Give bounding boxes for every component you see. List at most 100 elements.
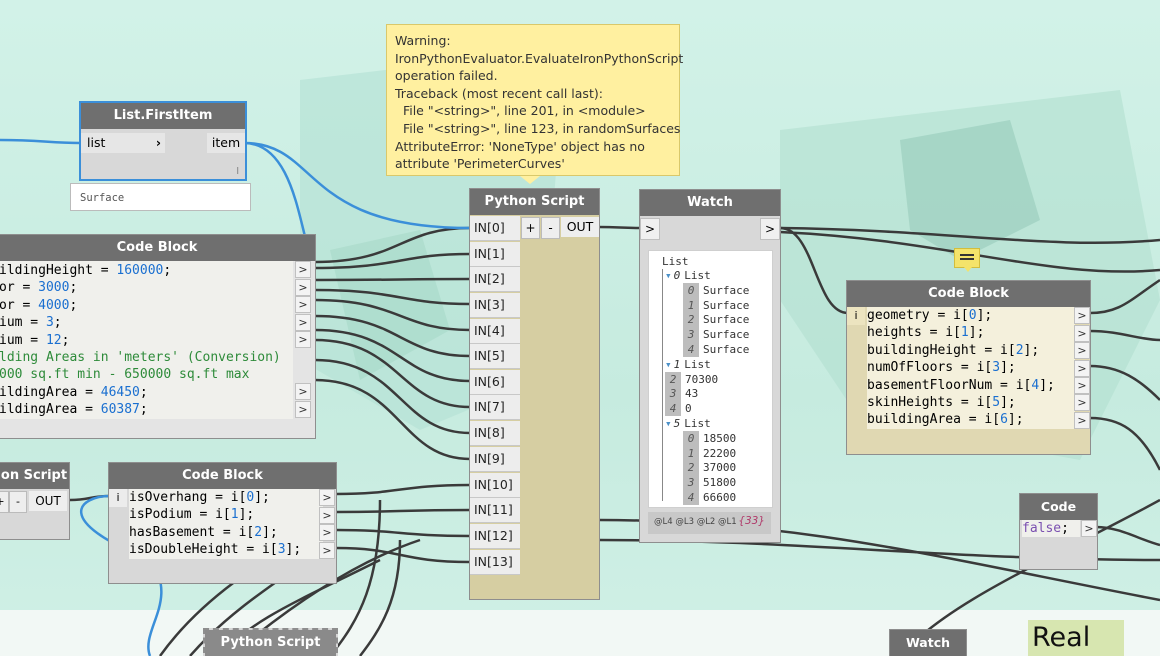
code-text: ];	[285, 542, 302, 558]
output-port-arrow[interactable]: >	[1074, 377, 1090, 394]
list-value: Surface	[703, 343, 750, 356]
list-index: 1	[683, 297, 699, 313]
input-port[interactable]: IN[2]	[470, 267, 520, 292]
code-line: geometry = i[0];	[867, 307, 1075, 324]
python-script-left-node[interactable]: on Script + - OUT	[0, 462, 70, 540]
input-port[interactable]: IN[10]	[470, 473, 520, 498]
graph-canvas[interactable]: Warning: IronPythonEvaluator.EvaluateIro…	[0, 0, 1160, 656]
input-port[interactable]: IN[0]	[470, 216, 520, 241]
tooltip-line: Warning:	[395, 33, 451, 48]
output-port-arrow[interactable]: >	[760, 218, 780, 240]
node-title: Code Block	[0, 235, 315, 261]
code-text: ;	[139, 402, 148, 418]
list-value: Surface	[703, 313, 750, 327]
code-text: ];	[1039, 377, 1055, 393]
code-line: isPodium = i[1];	[129, 506, 323, 523]
output-port-arrow[interactable]: >	[319, 507, 335, 524]
input-port[interactable]: IN[1]	[470, 242, 520, 267]
list-index: 4	[683, 342, 699, 357]
python-script-node[interactable]: Python Script IN[0] IN[1] IN[2] IN[3] IN…	[469, 188, 600, 600]
output-port-item[interactable]: item	[207, 133, 245, 153]
input-port[interactable]: IN[9]	[470, 447, 520, 472]
output-port-arrow[interactable]: >	[319, 489, 335, 506]
output-port-arrow[interactable]: >	[295, 279, 311, 296]
code-text: ];	[1023, 342, 1040, 358]
output-port-arrow[interactable]: >	[1074, 307, 1090, 324]
watch-list-header[interactable]: ▾ 0 List	[665, 268, 711, 283]
output-port-arrow[interactable]: >	[295, 296, 311, 313]
list-value: 37000	[703, 461, 737, 475]
input-port[interactable]: IN[3]	[470, 293, 520, 318]
lacing-indicator: l	[236, 167, 239, 177]
input-port[interactable]: IN[5]	[470, 344, 520, 369]
code-line: skinHeights = i[5];	[867, 394, 1075, 411]
code-number: 2	[1015, 342, 1024, 358]
code-editor[interactable]: isOverhang = i[0]; isPodium = i[1]; hasB…	[129, 489, 323, 559]
code-block-boolean[interactable]: Code Block false; >	[1019, 493, 1098, 570]
code-editor[interactable]: false;	[1022, 520, 1080, 538]
code-line: buildingHeight = i[2];	[867, 342, 1075, 359]
node-title: Code Block	[109, 463, 336, 489]
input-port-list[interactable]: list ›	[81, 133, 165, 153]
list-index: 2	[683, 312, 699, 328]
output-port-arrow[interactable]: >	[319, 524, 335, 541]
add-input-button[interactable]: +	[0, 491, 9, 513]
output-port-arrow[interactable]: >	[295, 383, 311, 400]
output-port-arrow[interactable]: >	[1074, 412, 1090, 429]
list-value: 66600	[703, 491, 737, 504]
watch-list-item: 2 70300	[665, 371, 719, 387]
input-port[interactable]: IN[7]	[470, 395, 520, 420]
expand-toggle-icon[interactable]: ▾	[665, 269, 672, 282]
code-text: ium =	[0, 315, 46, 331]
code-block-left[interactable]: Code Block ildingHeight = 160000; or = 3…	[0, 234, 316, 439]
code-block-right[interactable]: Code Block i geometry = i[0]; heights = …	[846, 280, 1091, 455]
add-input-button[interactable]: +	[521, 217, 540, 239]
list-firstitem-node[interactable]: List.FirstItem list › item l	[79, 101, 247, 181]
watch-list-header[interactable]: ▾ 1 List	[665, 357, 711, 372]
code-block-mid[interactable]: Code Block i isOverhang = i[0]; isPodium…	[108, 462, 337, 584]
output-port-arrow[interactable]: >	[319, 542, 335, 559]
code-editor[interactable]: geometry = i[0]; heights = i[1]; buildin…	[867, 307, 1075, 429]
list-value: 70300	[685, 372, 719, 386]
output-port-arrow[interactable]: >	[1074, 394, 1090, 411]
watch-node-bottom[interactable]: Watch	[889, 629, 967, 656]
comment-icon[interactable]	[954, 248, 980, 272]
expand-toggle-icon[interactable]: ▾	[665, 417, 672, 430]
output-port-arrow[interactable]: >	[1074, 342, 1090, 359]
list-value: 43	[685, 387, 699, 401]
output-port-arrow[interactable]: >	[295, 314, 311, 331]
remove-input-button[interactable]: -	[541, 217, 560, 239]
remove-input-button[interactable]: -	[9, 491, 27, 513]
tooltip-line: attribute 'PerimeterCurves'	[395, 156, 565, 172]
input-port[interactable]: IN[13]	[470, 550, 520, 575]
python-script-node-dashed[interactable]: Python Script	[203, 628, 338, 656]
node-title: Python Script	[205, 630, 336, 656]
output-port-out[interactable]: OUT	[29, 491, 67, 511]
input-port-i[interactable]: i	[847, 307, 865, 325]
watch-tree-view[interactable]: List ▾ 0 List 0 Surface 1 Surface 2 Surface 3 Surf…	[648, 250, 773, 508]
output-port-arrow[interactable]: >	[295, 401, 311, 418]
input-port-arrow[interactable]: >	[640, 218, 660, 240]
code-number: 160000	[116, 263, 164, 278]
expand-toggle-icon[interactable]: ▾	[665, 358, 672, 371]
input-port[interactable]: IN[12]	[470, 524, 520, 549]
input-port[interactable]: IN[11]	[470, 498, 520, 523]
output-port-arrow[interactable]: >	[1081, 520, 1097, 537]
output-port-arrow[interactable]: >	[1074, 360, 1090, 377]
input-port[interactable]: IN[6]	[470, 370, 520, 395]
output-port-arrow[interactable]: >	[295, 261, 311, 278]
input-port-i[interactable]: i	[109, 489, 127, 507]
output-port-out[interactable]: OUT	[561, 217, 599, 237]
code-text: ];	[1007, 412, 1024, 428]
input-port[interactable]: IN[8]	[470, 421, 520, 446]
list-value: 18500	[703, 431, 737, 445]
code-text: ];	[1000, 394, 1016, 410]
input-port[interactable]: IN[4]	[470, 319, 520, 344]
output-port-arrow[interactable]: >	[295, 331, 311, 348]
list-value: List	[684, 269, 711, 282]
watch-node[interactable]: Watch > > List ▾ 0 List 0 Surface 1 Surface 2 Su…	[639, 189, 781, 543]
watch-list-header[interactable]: ▾ 5 List	[665, 416, 711, 431]
output-port-arrow[interactable]: >	[1074, 325, 1090, 342]
code-number: 2	[254, 524, 263, 540]
code-editor[interactable]: ildingHeight = 160000; or = 3000; or = 4…	[0, 261, 293, 419]
